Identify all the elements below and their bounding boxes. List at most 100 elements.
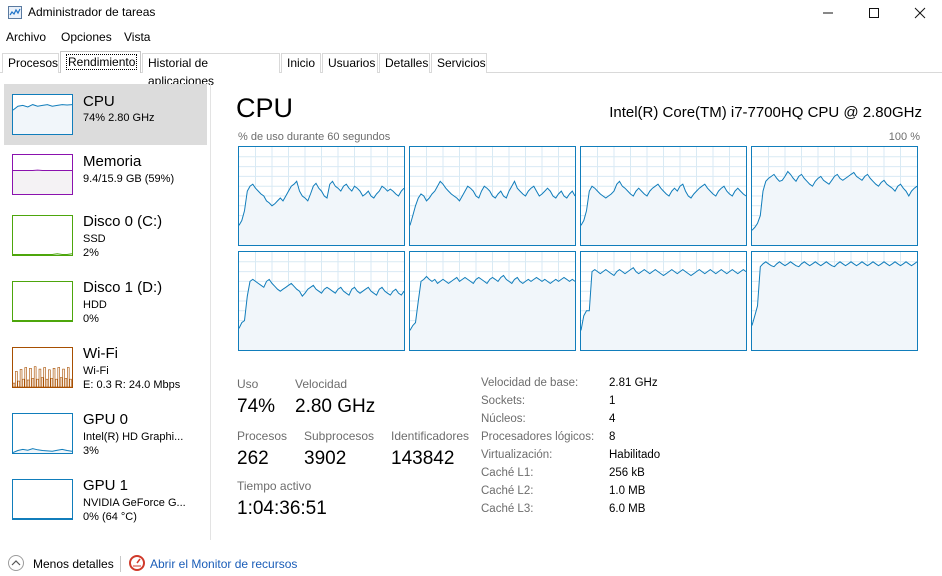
spec-label: Sockets: — [481, 395, 526, 407]
thumb-bar — [24, 367, 28, 388]
handles-value: 143842 — [391, 448, 455, 469]
sidebar-item-disco-0[interactable]: Disco 0 (C:) SSD 2% — [4, 208, 207, 274]
minimize-button[interactable] — [805, 0, 851, 26]
gpu0-thumbnail-graph — [12, 413, 73, 454]
sidebar-item-disco-1[interactable]: Disco 1 (D:) HDD 0% — [4, 274, 207, 340]
tab-detalles[interactable]: Detalles — [379, 53, 430, 73]
cpu-thumbnail-graph — [12, 94, 73, 135]
sidebar-item-gpu-1[interactable]: GPU 1 NVIDIA GeForce G... 0% (64 °C) — [4, 472, 207, 538]
disk0-thumbnail-graph — [12, 215, 73, 256]
thumb-bar — [64, 378, 68, 388]
sidebar-item-wifi[interactable]: Wi-Fi Wi-Fi E: 0.3 R: 24.0 Mbps — [4, 340, 207, 406]
sidebar-item-cpu[interactable]: CPU 74% 2.80 GHz — [4, 84, 207, 145]
threads-label: Subprocesos — [304, 429, 375, 443]
tab-servicios[interactable]: Servicios — [431, 53, 487, 73]
thumb-bar — [55, 378, 58, 388]
thumb-bar — [59, 377, 63, 388]
usage-label: Uso — [237, 377, 259, 391]
sidebar-item-label: CPU — [83, 93, 115, 110]
thumb-area — [13, 104, 72, 134]
sidebar-item-label: GPU 0 — [83, 411, 129, 428]
cpu-model-name: Intel(R) Core(TM) i7-7700HQ CPU @ 2.80GH… — [609, 104, 922, 121]
sidebar-item-value: 3% — [83, 445, 99, 457]
thumb-area — [13, 170, 72, 194]
graph-caption: % de uso durante 60 segundos — [238, 131, 391, 143]
spec-label: Caché L2: — [481, 485, 534, 497]
sidebar-item-value: 2% — [83, 247, 99, 259]
sidebar-item-value: 0% (64 °C) — [83, 511, 137, 523]
gpu1-thumbnail-graph — [12, 479, 73, 520]
maximize-button[interactable] — [851, 0, 897, 26]
chevron-up-icon[interactable] — [8, 555, 24, 571]
sidebar-item-detail: 9.4/15.9 GB (59%) — [83, 173, 175, 185]
thumb-bar — [17, 380, 20, 388]
thumb-bar — [19, 369, 23, 388]
spec-label: Virtualización: — [481, 449, 553, 461]
processes-label: Procesos — [237, 429, 288, 443]
thumb-bar — [45, 378, 49, 388]
close-button[interactable] — [897, 0, 942, 26]
tab-historial[interactable]: Historial de aplicaciones — [142, 53, 280, 88]
resource-monitor-icon — [129, 555, 145, 571]
memory-thumbnail-graph — [12, 154, 73, 195]
uptime-value: 1:04:36:51 — [237, 498, 327, 519]
wifi-thumbnail-graph — [12, 347, 73, 388]
tab-rendimiento-label: Rendimiento — [66, 54, 138, 70]
spec-label: Velocidad de base: — [481, 377, 579, 389]
sidebar-item-memoria[interactable]: Memoria 9.4/15.9 GB (59%) — [4, 146, 207, 208]
thumb-bar — [31, 378, 35, 388]
sidebar-item-detail: 74% 2.80 GHz — [83, 112, 155, 124]
sidebar-item-label: Wi-Fi — [83, 345, 118, 362]
menu-archivo[interactable]: Archivo — [6, 30, 46, 44]
sidebar-item-label: Memoria — [83, 153, 142, 170]
thumb-bar — [29, 367, 32, 388]
fewer-details-button[interactable]: Menos detalles — [33, 557, 114, 571]
sidebar-item-detail: Intel(R) HD Graphi... — [83, 431, 184, 443]
core-graph — [409, 146, 576, 246]
title-bar: Administrador de tareas — [0, 0, 942, 26]
menu-bar: Archivo Opciones Vista — [0, 28, 942, 48]
spec-label: Núcleos: — [481, 413, 526, 425]
sidebar-item-label: GPU 1 — [83, 477, 129, 494]
processes-value: 262 — [237, 448, 269, 469]
thumb-bar — [38, 368, 42, 388]
thumb-bar — [33, 366, 37, 388]
usage-area — [581, 267, 746, 350]
window-title: Administrador de tareas — [28, 5, 156, 19]
core-graph — [580, 251, 747, 351]
spec-label: Caché L3: — [481, 503, 534, 515]
tab-procesos[interactable]: Procesos — [2, 53, 59, 73]
tab-usuarios[interactable]: Usuarios — [322, 53, 378, 73]
usage-area — [752, 171, 917, 245]
sidebar-item-value: E: 0.3 R: 24.0 Mbps — [83, 379, 181, 391]
sidebar-item-detail: SSD — [83, 233, 106, 245]
usage-area — [410, 275, 575, 350]
thumb-bar — [36, 378, 39, 388]
footer-divider — [120, 556, 121, 572]
menu-opciones[interactable]: Opciones — [61, 30, 112, 44]
thumb-bar — [69, 378, 72, 388]
core-graph — [580, 146, 747, 246]
thumb-bar — [26, 379, 30, 388]
core-graph — [238, 146, 405, 246]
sidebar-item-gpu-0[interactable]: GPU 0 Intel(R) HD Graphi... 3% — [4, 406, 207, 472]
spec-label: Procesadores lógicos: — [481, 431, 595, 443]
thumb-bar — [40, 377, 44, 388]
thumb-bar — [43, 367, 46, 388]
thumb-bar — [50, 378, 53, 388]
footer-bar: Menos detalles Abrir el Monitor de recur… — [0, 552, 942, 576]
tab-rendimiento[interactable]: Rendimiento — [60, 51, 141, 73]
handles-label: Identificadores — [391, 429, 470, 443]
spec-value: 1 — [609, 395, 616, 407]
thumb-line — [13, 253, 73, 255]
speed-label: Velocidad — [295, 377, 348, 391]
menu-vista[interactable]: Vista — [124, 30, 150, 44]
thumb-bar — [52, 367, 56, 388]
open-resource-monitor-link[interactable]: Abrir el Monitor de recursos — [150, 557, 297, 571]
sidebar-item-value: 0% — [83, 313, 99, 325]
spec-value: 6.0 MB — [609, 503, 646, 515]
tab-inicio[interactable]: Inicio — [281, 53, 321, 73]
minimize-icon — [823, 12, 833, 14]
spec-label: Caché L1: — [481, 467, 534, 479]
uptime-label: Tiempo activo — [237, 479, 312, 493]
